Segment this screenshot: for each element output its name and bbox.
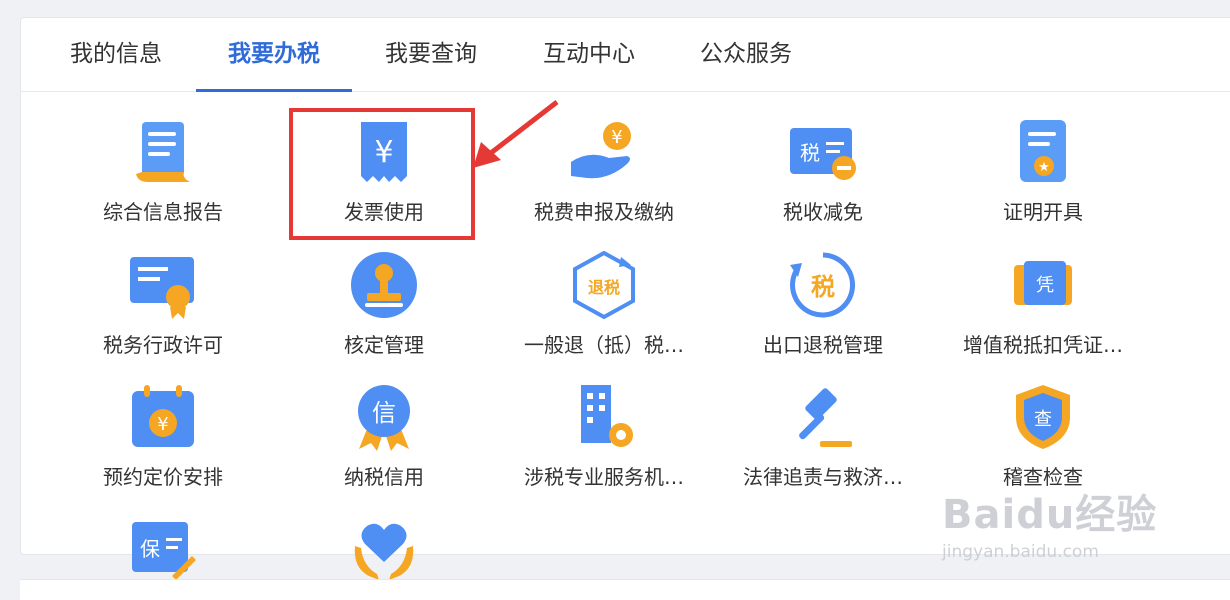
hand-coin-icon: ¥ [571, 122, 631, 179]
stamp-icon [351, 252, 417, 318]
refund-tax-icon: 退税 [573, 251, 635, 320]
service-item-professional-agency[interactable]: 涉税专业服务机… [509, 383, 699, 503]
service-item-label: 税务行政许可 [103, 333, 223, 357]
tab-interaction-center[interactable]: 互动中心 [519, 18, 659, 91]
svg-text:税: 税 [800, 141, 820, 165]
pointer-arrow-icon [473, 100, 559, 168]
service-item-label: 核定管理 [344, 333, 424, 357]
service-item-certificate[interactable]: ★ 证明开具 [948, 118, 1138, 238]
svg-text:信: 信 [372, 399, 396, 427]
building-gear-icon [581, 385, 633, 447]
svg-text:¥: ¥ [611, 127, 622, 148]
service-item-label: 纳税信用 [344, 465, 424, 489]
service-item-label: 综合信息报告 [103, 200, 223, 224]
service-item-general-refund[interactable]: 退税 一般退（抵）税… [509, 251, 699, 371]
service-item-label: 税收减免 [783, 200, 863, 224]
tab-tax-handling[interactable]: 我要办税 [196, 18, 352, 92]
tab-query[interactable]: 我要查询 [361, 18, 501, 91]
heart-hands-icon [354, 523, 414, 580]
svg-text:退税: 退税 [588, 278, 620, 297]
license-badge-icon [130, 257, 194, 319]
service-item-label: 税费申报及缴纳 [534, 200, 674, 224]
service-item-label: 增值税抵扣凭证… [963, 333, 1123, 357]
service-item-care[interactable] [289, 516, 479, 580]
calendar-yen-icon: ¥ [132, 385, 194, 447]
service-item-pricing-arrangement[interactable]: ¥ 预约定价安排 [68, 383, 258, 503]
service-item-legal-remedy[interactable]: 法律追责与救济… [728, 383, 918, 503]
highlight-box [289, 108, 475, 240]
credit-medal-icon: 信 [358, 385, 410, 451]
voucher-icon: 凭 [1014, 261, 1072, 305]
tax-reduction-icon: 税 [790, 128, 856, 180]
service-item-vat-voucher[interactable]: 凭 增值税抵扣凭证… [948, 251, 1138, 371]
tab-my-info[interactable]: 我的信息 [46, 18, 186, 91]
svg-text:保: 保 [140, 537, 160, 561]
service-item-label: 涉税专业服务机… [524, 465, 684, 489]
watermark-url: jingyan.baidu.com [942, 542, 1099, 562]
service-item-label: 法律追责与救济… [743, 465, 903, 489]
export-refund-icon: 税 [790, 252, 855, 318]
service-item-label: 出口退税管理 [763, 333, 883, 357]
service-item-assessment[interactable]: 核定管理 [289, 251, 479, 371]
service-item-tax-credit[interactable]: 信 纳税信用 [289, 383, 479, 503]
tab-bar: 我的信息 我要办税 我要查询 互动中心 公众服务 [21, 18, 1230, 92]
guarantee-icon: 保 [132, 522, 196, 580]
shield-check-icon: 查 [1016, 385, 1070, 449]
service-item-export-refund[interactable]: 税 出口退税管理 [728, 251, 918, 371]
next-panel-edge [20, 579, 1230, 600]
svg-text:★: ★ [1038, 160, 1050, 175]
tab-public-service[interactable]: 公众服务 [676, 18, 816, 91]
service-item-label: 预约定价安排 [103, 465, 223, 489]
service-item-tax-reduction[interactable]: 税 税收减免 [728, 118, 918, 238]
service-item-guarantee[interactable]: 保 [68, 516, 258, 580]
service-item-admin-license[interactable]: 税务行政许可 [68, 251, 258, 371]
report-scroll-icon [136, 122, 190, 182]
svg-text:¥: ¥ [157, 414, 168, 435]
service-item-comprehensive-report[interactable]: 综合信息报告 [68, 118, 258, 238]
service-item-label: 证明开具 [1003, 200, 1083, 224]
svg-text:税: 税 [811, 273, 835, 301]
watermark-logo-text: Baidu经验 [942, 492, 1158, 538]
svg-text:凭: 凭 [1036, 275, 1054, 296]
certificate-doc-icon: ★ [1020, 120, 1066, 182]
gavel-icon [799, 388, 852, 447]
service-item-label: 一般退（抵）税… [524, 333, 684, 357]
baidu-watermark: Baidu经验 jingyan.baidu.com [942, 482, 1182, 572]
svg-text:查: 查 [1034, 409, 1052, 430]
